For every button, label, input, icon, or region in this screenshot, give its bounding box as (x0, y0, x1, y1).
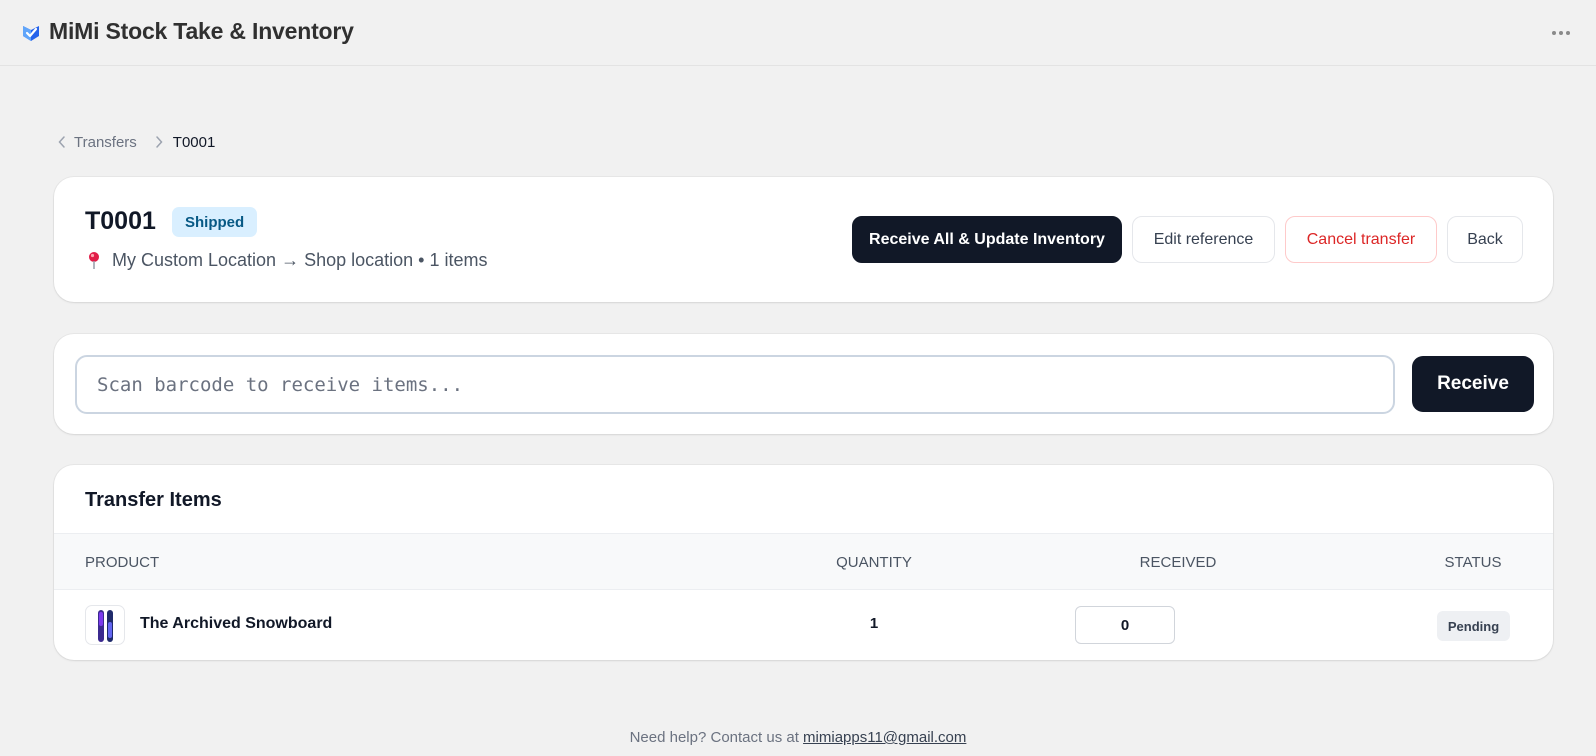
item-status-badge: Pending (1437, 611, 1510, 641)
receive-all-button[interactable]: Receive All & Update Inventory (852, 216, 1122, 263)
receive-button[interactable]: Receive (1412, 356, 1534, 412)
transfer-items-card: Transfer Items PRODUCT QUANTITY RECEIVED… (54, 465, 1553, 660)
transfer-route-text: My Custom Location → Shop location • 1 i… (112, 250, 488, 270)
mimi-logo-icon (20, 22, 42, 44)
transfer-items-title: Transfer Items (85, 489, 222, 511)
app-title: MiMi Stock Take & Inventory (49, 18, 354, 44)
column-header-status: STATUS (1444, 554, 1502, 571)
received-quantity-input[interactable] (1075, 606, 1175, 644)
column-header-product: PRODUCT (85, 554, 160, 571)
status-badge: Shipped (172, 207, 258, 237)
breadcrumb-current: T0001 (172, 133, 216, 151)
chevron-right-icon (153, 136, 165, 148)
location-pin-icon (86, 251, 102, 271)
product-thumbnail (85, 605, 125, 645)
back-button[interactable]: Back (1447, 216, 1523, 263)
header-actions: Receive All & Update Inventory Edit refe… (852, 216, 1523, 263)
more-options-button[interactable] (1548, 22, 1574, 44)
transfer-header-card: T0001 Shipped My Custom Location → Shop … (54, 177, 1553, 302)
support-email-link[interactable]: mimiapps11@gmail.com (803, 729, 966, 746)
chevron-left-icon (56, 136, 68, 148)
breadcrumb: Transfers T0001 (56, 132, 215, 152)
barcode-scan-input[interactable] (75, 355, 1395, 414)
quantity-value: 1 (869, 615, 879, 632)
footer-help-text: Need help? Contact us at (629, 729, 804, 746)
more-horizontal-icon (1552, 31, 1556, 35)
app-header: MiMi Stock Take & Inventory (0, 0, 1596, 66)
table-header: PRODUCT QUANTITY RECEIVED STATUS (54, 533, 1553, 590)
footer: Need help? Contact us at mimiapps11@gmai… (0, 729, 1596, 746)
product-name: The Archived Snowboard (140, 615, 333, 632)
cancel-transfer-button[interactable]: Cancel transfer (1285, 216, 1437, 263)
table-row: The Archived Snowboard 1 Pending (54, 590, 1553, 660)
transfer-route: My Custom Location → Shop location • 1 i… (86, 250, 487, 271)
transfer-id: T0001 (85, 207, 156, 235)
transfer-items-table: PRODUCT QUANTITY RECEIVED STATUS The Arc… (54, 533, 1553, 660)
scan-card: Receive (54, 334, 1553, 434)
column-header-received: RECEIVED (1139, 554, 1217, 571)
column-header-quantity: QUANTITY (836, 554, 912, 571)
breadcrumb-transfers-link[interactable]: Transfers (74, 134, 137, 151)
edit-reference-button[interactable]: Edit reference (1132, 216, 1275, 263)
